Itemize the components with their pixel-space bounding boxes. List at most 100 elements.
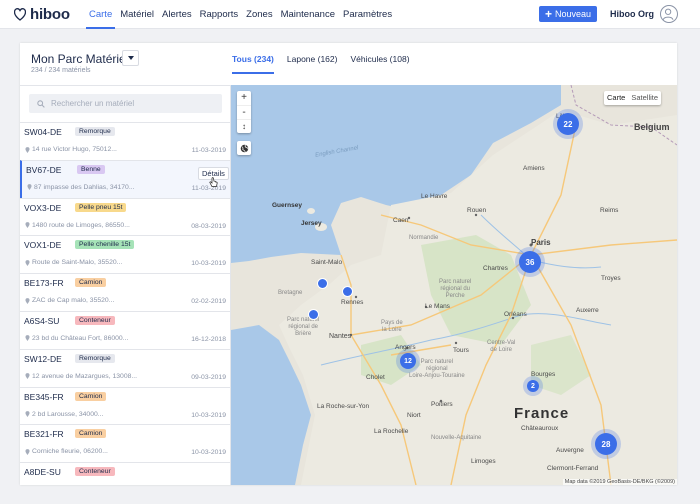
- map-label-chartres: Chartres: [483, 265, 508, 272]
- map-label-troyes: Troyes: [601, 275, 621, 282]
- tab-all[interactable]: Tous (234): [232, 53, 274, 74]
- list-item[interactable]: BE321-FR Camion Corniche fleurie, 06200.…: [20, 424, 230, 463]
- chevron-down-icon: [127, 56, 134, 60]
- zoom-controls: + - ↕: [237, 91, 251, 133]
- map-cluster-12[interactable]: 12: [400, 353, 416, 369]
- list-item[interactable]: A6S4-SU Conteneur 23 bd du Château Fort,…: [20, 310, 230, 349]
- list-item[interactable]: BE345-FR Camion 2 bd Larousse, 34000... …: [20, 386, 230, 425]
- map-view[interactable]: France Belgium Paris English Channel Gue…: [231, 85, 677, 485]
- plus-icon: +: [544, 7, 552, 21]
- nav-carte[interactable]: Carte: [86, 0, 116, 29]
- equipment-id: BE173-FR: [24, 278, 64, 289]
- globe-button[interactable]: [237, 141, 251, 155]
- search-icon: [37, 99, 45, 108]
- list-item[interactable]: SW04-DE Remorque 14 rue Victor Hugo, 750…: [20, 122, 230, 160]
- equipment-id: SW04-DE: [24, 127, 62, 137]
- tab-lapone[interactable]: Lapone (162): [287, 53, 338, 74]
- map-label-clermont: Clermont-Ferrand: [547, 465, 599, 472]
- map-cluster-28[interactable]: 28: [595, 433, 617, 455]
- filter-tabs: Tous (234) Lapone (162) Véhicules (108): [232, 53, 410, 74]
- map-type-map[interactable]: Carte: [604, 91, 628, 105]
- map-marker[interactable]: [343, 287, 352, 296]
- equipment-type-badge: Conteneur: [75, 315, 115, 325]
- zoom-out-button[interactable]: -: [237, 105, 251, 119]
- nav-materiel[interactable]: Matériel: [117, 0, 157, 29]
- map-label-cholet: Cholet: [366, 374, 385, 381]
- nav-zones[interactable]: Zones: [243, 0, 275, 29]
- equipment-id: A8DE-SU: [24, 467, 61, 478]
- logo-heart-icon: [14, 8, 26, 21]
- equipment-date: 02-02-2019: [191, 298, 226, 306]
- equipment-type-badge: Remorque: [75, 353, 115, 363]
- search-box[interactable]: [29, 94, 222, 113]
- map-label-bourges: Bourges: [531, 371, 556, 378]
- rotate-button[interactable]: ↕: [237, 119, 251, 133]
- map-label-angers: Angers: [395, 344, 416, 351]
- map-label-le-havre: Le Havre: [421, 193, 448, 200]
- org-name[interactable]: Hiboo Org: [610, 9, 654, 19]
- search-input[interactable]: [51, 99, 211, 108]
- equipment-list: SW04-DE Remorque 14 rue Victor Hugo, 750…: [20, 85, 231, 485]
- map-label-nouvelle-aquitaine: Nouvelle-Aquitaine: [431, 435, 482, 441]
- equipment-id: VOX1-DE: [24, 240, 62, 251]
- user-icon: [662, 8, 674, 21]
- equipment-date: 10-03-2019: [191, 449, 226, 457]
- list-item[interactable]: VOX3-DE Pelle pneu 15t 1480 route de Lim…: [20, 197, 230, 236]
- list-item[interactable]: BV67-DE Benne 87 impasse des Dahlias, 34…: [20, 159, 230, 198]
- main-nav: Carte Matériel Alertes Rapports Zones Ma…: [86, 0, 397, 29]
- map-label-jersey: Jersey: [301, 220, 322, 227]
- equipment-address: 14 rue Victor Hugo, 75012...: [25, 146, 117, 153]
- equipment-address: 12 avenue de Mazargues, 13008...: [25, 373, 137, 380]
- map-label-bretagne: Bretagne: [278, 290, 303, 296]
- equipment-address: 2 bd Larousse, 34000...: [25, 411, 103, 418]
- list-item[interactable]: BE173-FR Camion ZAC de Cap malo, 35520..…: [20, 273, 230, 311]
- map-marker[interactable]: [309, 310, 318, 319]
- nav-parametres[interactable]: Paramètres: [340, 0, 395, 29]
- map-label-park-briere: Parc naturel régional de Brière: [287, 317, 320, 337]
- map-marker[interactable]: [318, 279, 327, 288]
- nav-maintenance[interactable]: Maintenance: [278, 0, 338, 29]
- equipment-id: SW12-DE: [24, 353, 62, 364]
- avatar[interactable]: [660, 5, 678, 23]
- nav-rapports[interactable]: Rapports: [197, 0, 242, 29]
- zoom-in-button[interactable]: +: [237, 91, 251, 105]
- tab-vehicles[interactable]: Véhicules (108): [350, 53, 409, 74]
- location-pin-icon: [25, 222, 30, 229]
- equipment-date: 16-12-2018: [191, 335, 226, 343]
- equipment-id: BV67-DE: [26, 164, 62, 175]
- map-cluster-22[interactable]: 22: [557, 113, 579, 135]
- location-pin-icon: [25, 146, 30, 153]
- equipment-date: 11-03-2019: [191, 147, 226, 154]
- list-item[interactable]: SW12-DE Remorque 12 avenue de Mazargues,…: [20, 348, 230, 387]
- map-cluster-36[interactable]: 36: [519, 251, 541, 273]
- map-label-le-mans: Le Mans: [425, 303, 450, 310]
- map-type-satellite[interactable]: Satellite: [628, 91, 661, 105]
- fleet-selector-button[interactable]: [122, 50, 139, 66]
- equipment-address-text: 1480 route de Limoges, 86550...: [32, 221, 130, 229]
- equipment-address: Route de Saint-Malo, 35520...: [25, 259, 122, 266]
- list-item[interactable]: A8DE-SU Conteneur: [20, 462, 230, 485]
- equipment-type-badge: Camion: [75, 391, 107, 401]
- equipment-address-text: Corniche fleurie, 06200...: [32, 448, 108, 456]
- list-item[interactable]: VOX1-DE Pelle chenille 15t Route de Sain…: [20, 235, 230, 274]
- map-label-auxerre: Auxerre: [576, 307, 599, 314]
- map-label-normandie: Normandie: [409, 235, 439, 241]
- equipment-address: 1480 route de Limoges, 86550...: [25, 222, 130, 229]
- map-label-guernsey: Guernsey: [272, 202, 302, 209]
- map-cluster-2[interactable]: 2: [527, 380, 539, 392]
- equipment-address-text: 23 bd du Château Fort, 86000...: [32, 334, 129, 342]
- equipment-type-badge: Pelle pneu 15t: [75, 202, 127, 212]
- map-label-rennes: Rennes: [341, 299, 364, 306]
- map-label-la-roche: La Roche-sur-Yon: [317, 403, 370, 410]
- new-button[interactable]: + Nouveau: [539, 6, 597, 22]
- page-title: Mon Parc Matériel: [31, 52, 129, 66]
- equipment-type-badge: Camion: [75, 278, 107, 288]
- nav-alertes[interactable]: Alertes: [159, 0, 195, 29]
- map-label-la-rochelle: La Rochelle: [374, 428, 409, 435]
- logo[interactable]: hiboo: [14, 6, 70, 23]
- map-label-amiens: Amiens: [523, 165, 545, 172]
- map-label-france: France: [514, 405, 570, 422]
- equipment-address-text: 2 bd Larousse, 34000...: [32, 410, 104, 418]
- map-label-auvergne: Auvergne: [556, 447, 584, 454]
- globe-icon: [240, 144, 248, 152]
